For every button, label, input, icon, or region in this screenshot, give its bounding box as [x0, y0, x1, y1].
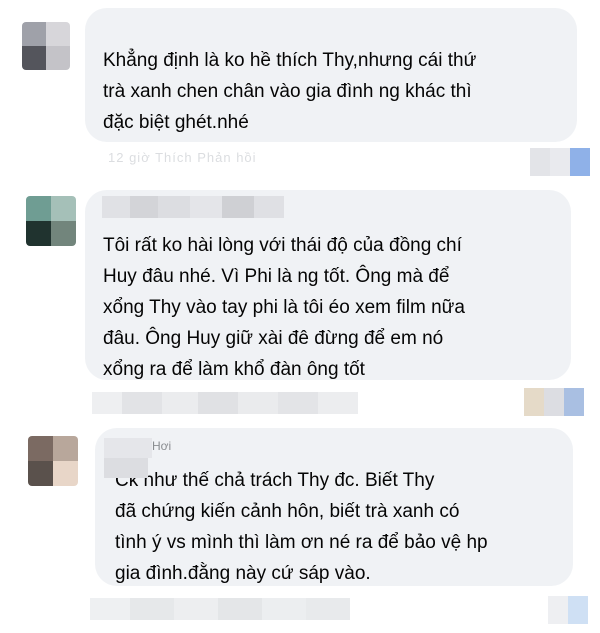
- avatar[interactable]: [28, 436, 78, 486]
- comment-meta[interactable]: [90, 598, 350, 620]
- author-name-blurred[interactable]: [104, 438, 152, 478]
- comment-text: Tôi rất ko hài lòng với thái độ của đồng…: [103, 235, 465, 380]
- comment-bubble: Tôi rất ko hài lòng với thái độ của đồng…: [85, 190, 571, 380]
- avatar[interactable]: [26, 196, 76, 246]
- reaction-badge[interactable]: [524, 388, 584, 416]
- author-name-blurred[interactable]: [102, 196, 284, 218]
- comment-text: Khẳng định là ko hề thích Thy,nhưng cái …: [103, 50, 477, 133]
- reaction-badge[interactable]: [548, 596, 588, 624]
- comment-text: Ck như thế chả trách Thy đc. Biết Thy đã…: [115, 470, 488, 584]
- comment-meta[interactable]: 12 giờ Thích Phản hồi: [108, 150, 257, 165]
- reaction-badge[interactable]: [530, 148, 590, 176]
- author-name-fragment: Hơi: [152, 439, 172, 453]
- avatar[interactable]: [22, 22, 70, 70]
- comment-bubble: Khẳng định là ko hề thích Thy,nhưng cái …: [85, 8, 577, 142]
- comment-meta[interactable]: [92, 392, 358, 414]
